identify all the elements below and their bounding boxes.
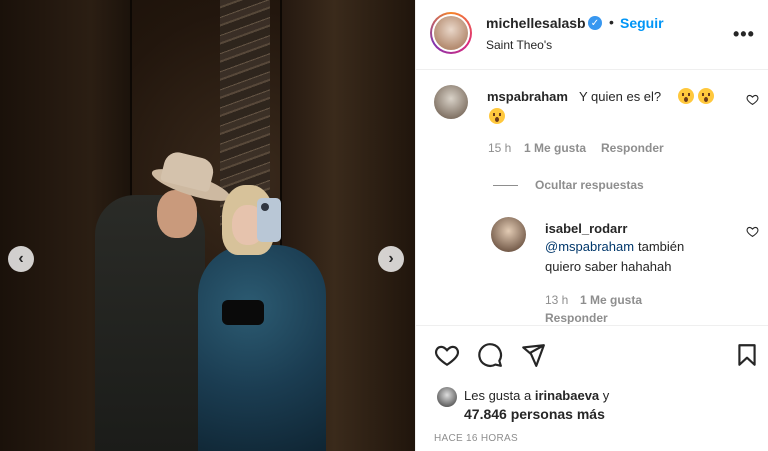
woman-top: [222, 300, 264, 325]
phone-camera: [261, 203, 269, 211]
comment-likes[interactable]: 1 Me gusta: [524, 141, 586, 155]
comment-icon[interactable]: [477, 342, 503, 368]
astonished-emoji-icon: [489, 108, 505, 124]
reply-button[interactable]: Responder: [545, 311, 608, 324]
author-avatar[interactable]: [430, 12, 472, 54]
reply-username[interactable]: isabel_rodarr: [545, 221, 627, 236]
hide-replies-button[interactable]: Ocultar respuestas: [535, 178, 644, 192]
share-icon[interactable]: [520, 342, 546, 368]
reply-button[interactable]: Responder: [601, 141, 664, 155]
reply-mention-link[interactable]: @mspabraham: [545, 239, 634, 254]
man-head: [157, 190, 197, 238]
verified-icon: ✓: [588, 16, 602, 30]
likes-prefix: Les gusta a: [464, 388, 532, 403]
comment-text: Y quien es el?: [579, 89, 662, 104]
likes-suffix: y: [602, 388, 610, 403]
comment-avatar[interactable]: [434, 85, 468, 119]
location-link[interactable]: Saint Theo's: [486, 38, 552, 52]
author-username[interactable]: michellesalasb: [486, 15, 586, 31]
reply-like-heart-icon[interactable]: [746, 225, 759, 238]
astonished-emoji-icon: [698, 88, 714, 104]
post-header: michellesalasb ✓ • Seguir Saint Theo's •…: [416, 0, 768, 70]
replies-divider: [493, 185, 518, 186]
liker-avatar[interactable]: [437, 387, 457, 407]
post-photo[interactable]: ‹ ›: [0, 0, 415, 451]
woman-figure: [198, 245, 326, 451]
comment-time[interactable]: 15 h: [488, 141, 511, 155]
chevron-left-icon: ‹: [18, 250, 24, 267]
reply-likes[interactable]: 1 Me gusta: [580, 293, 642, 307]
heart-icon[interactable]: [434, 342, 460, 368]
follow-button[interactable]: Seguir: [620, 15, 664, 31]
likes-count[interactable]: 47.846 personas más: [464, 406, 605, 422]
previous-photo-button[interactable]: ‹: [8, 246, 34, 272]
reply-text: quiero saber hahahah: [545, 259, 672, 274]
reply-avatar[interactable]: [491, 217, 526, 252]
post-actions: Les gusta a irinabaeva y 47.846 personas…: [416, 325, 768, 451]
likes-line: Les gusta a irinabaeva y: [464, 388, 609, 403]
bookmark-icon[interactable]: [734, 342, 760, 368]
more-icon[interactable]: •••: [733, 24, 755, 45]
astonished-emoji-icon: [678, 88, 694, 104]
comment-username[interactable]: mspabraham: [487, 89, 568, 104]
chevron-right-icon: ›: [388, 250, 394, 267]
reply-text: también: [638, 239, 685, 254]
post-time[interactable]: HACE 16 HORAS: [434, 433, 518, 444]
comment-like-heart-icon[interactable]: [746, 93, 759, 106]
next-photo-button[interactable]: ›: [378, 246, 404, 272]
post-sidebar: michellesalasb ✓ • Seguir Saint Theo's •…: [415, 0, 768, 451]
comments-list[interactable]: mspabraham Y quien es el? 15 h 1 Me gust…: [416, 71, 768, 324]
reply-time[interactable]: 13 h: [545, 293, 568, 307]
liker-username[interactable]: irinabaeva: [535, 388, 599, 403]
separator-dot: •: [609, 14, 614, 30]
